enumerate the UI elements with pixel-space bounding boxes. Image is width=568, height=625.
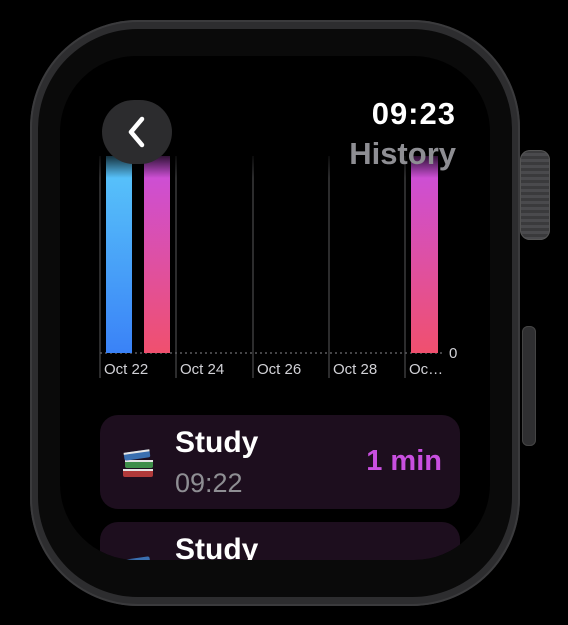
chevron-left-icon [128, 116, 145, 148]
y-tick-label: 0 [449, 345, 457, 362]
clock-time: 09:23 [371, 96, 456, 131]
books-icon [123, 556, 151, 560]
session-duration: 1 min [366, 445, 442, 477]
bar-oct22-study [144, 156, 170, 353]
bar-oct29-study [411, 156, 438, 353]
session-title: Study [175, 533, 259, 560]
session-time: 09:22 [175, 468, 243, 498]
watch-device: 0 Oct 22 Oct 24 Oct 26 Oct 28 Oc… 09:23 … [0, 0, 568, 625]
x-tick-label: Oc… [409, 361, 443, 378]
side-button[interactable] [522, 326, 536, 446]
watch-screen: 0 Oct 22 Oct 24 Oct 26 Oct 28 Oc… 09:23 … [60, 56, 490, 560]
session-title: Study [175, 426, 259, 459]
back-button[interactable] [102, 100, 172, 164]
session-row[interactable]: Study [100, 522, 460, 560]
digital-crown[interactable] [520, 150, 550, 240]
x-tick-label: Oct 24 [180, 361, 224, 378]
session-row[interactable]: Study 09:22 1 min [100, 415, 460, 509]
bar-oct22-focus [106, 156, 132, 353]
x-tick-label: Oct 22 [104, 361, 148, 378]
page-title: History [349, 136, 456, 171]
x-tick-label: Oct 28 [333, 361, 377, 378]
x-tick-label: Oct 26 [257, 361, 301, 378]
books-icon [123, 449, 153, 477]
